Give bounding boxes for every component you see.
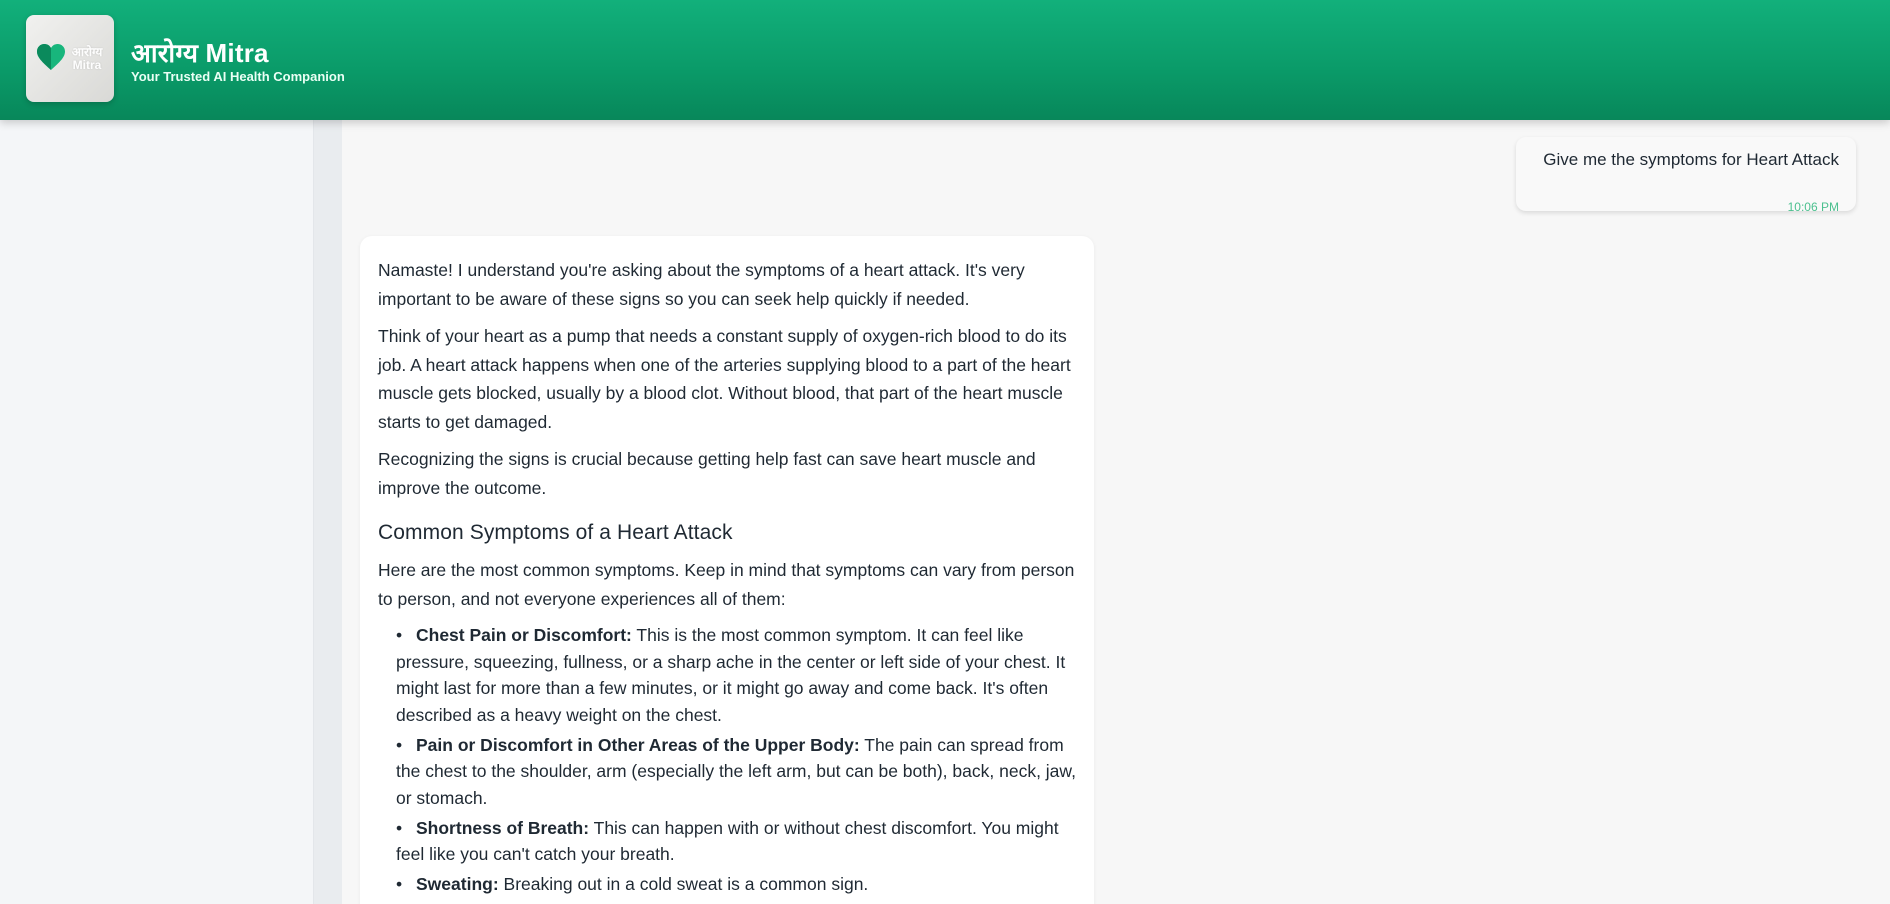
- symptom-text: Breaking out in a cold sweat is a common…: [498, 874, 869, 894]
- list-item: • Shortness of Breath: This can happen wi…: [396, 815, 1076, 868]
- assistant-message-bubble: Namaste! I understand you're asking abou…: [360, 236, 1094, 904]
- assistant-paragraph: Think of your heart as a pump that needs…: [378, 326, 1071, 432]
- assistant-paragraph: Namaste! I understand you're asking abou…: [378, 260, 1025, 309]
- bullet-icon: •: [396, 817, 403, 838]
- list-item: • Chest Pain or Discomfort: This is the m…: [396, 622, 1076, 728]
- user-message-text: Give me the symptoms for Heart Attack: [1543, 150, 1839, 169]
- app-logo[interactable]: आरोग्य Mitra: [26, 15, 114, 102]
- message-timestamp: 10:06 PM: [1787, 200, 1839, 214]
- symptom-title: Sweating:: [416, 874, 499, 894]
- app-subtitle: Your Trusted AI Health Companion: [131, 69, 345, 84]
- chat-area[interactable]: Give me the symptoms for Heart Attack 10…: [342, 120, 1890, 904]
- symptom-title: Shortness of Breath:: [416, 817, 590, 838]
- section-intro: Here are the most common symptoms. Keep …: [378, 560, 1075, 609]
- section-heading: Common Symptoms of a Heart Attack: [378, 521, 733, 544]
- logo-text: आरोग्य Mitra: [71, 45, 103, 72]
- sidebar-divider: [314, 120, 342, 904]
- bullet-icon: •: [396, 874, 403, 894]
- assistant-paragraph: Recognizing the signs is crucial because…: [378, 449, 1036, 498]
- bullet-icon: •: [396, 734, 403, 755]
- user-message-bubble: Give me the symptoms for Heart Attack 10…: [1516, 137, 1856, 214]
- list-item: • Pain or Discomfort in Other Areas of th…: [396, 732, 1076, 812]
- heart-icon: [37, 44, 65, 70]
- list-item: • Sweating: Breaking out in a cold sweat …: [396, 871, 1076, 898]
- bullet-icon: •: [396, 625, 403, 645]
- symptom-title: Pain or Discomfort in Other Areas of the…: [416, 734, 860, 755]
- sidebar: [0, 120, 314, 904]
- app-header: आरोग्य Mitra आरोग्य Mitra Your Trusted A…: [0, 0, 1890, 120]
- symptom-list: • Chest Pain or Discomfort: This is the m…: [396, 622, 1076, 898]
- symptom-title: Chest Pain or Discomfort:: [416, 625, 632, 645]
- app-title: आरोग्य Mitra: [131, 38, 269, 68]
